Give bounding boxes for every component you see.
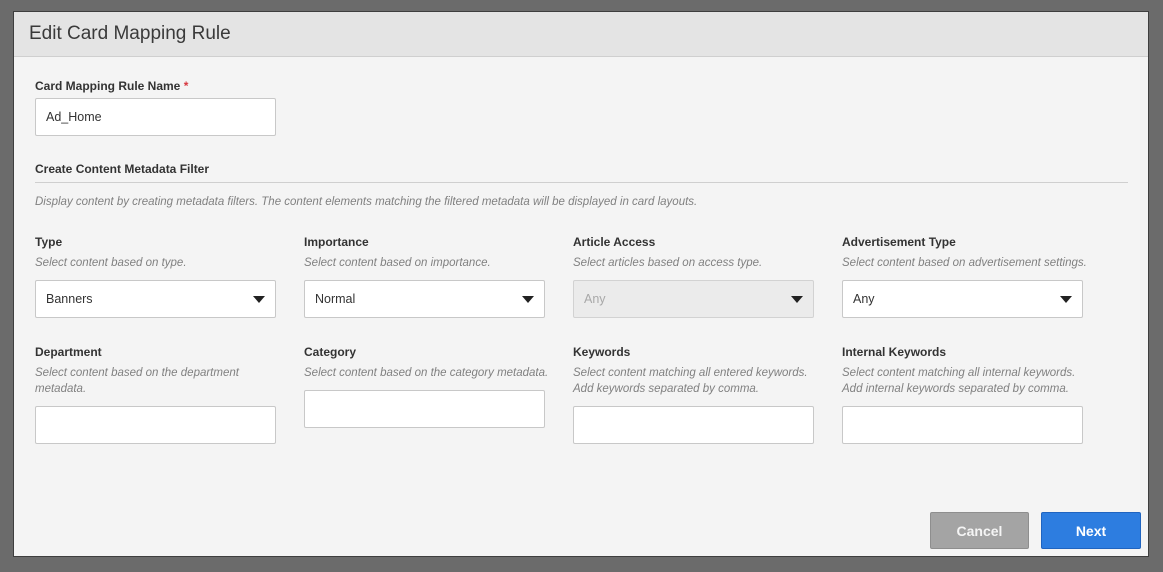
section-divider bbox=[35, 182, 1128, 183]
chevron-down-icon bbox=[1060, 295, 1072, 303]
department-input[interactable] bbox=[35, 406, 276, 444]
ad-type-hint: Select content based on advertisement se… bbox=[842, 257, 1087, 269]
keywords-hint-1: Select content matching all entered keyw… bbox=[573, 367, 808, 379]
internal-keywords-hint-1: Select content matching all internal key… bbox=[842, 367, 1076, 379]
internal-keywords-label: Internal Keywords bbox=[842, 345, 947, 359]
type-label: Type bbox=[35, 235, 63, 249]
chevron-down-icon bbox=[791, 295, 803, 303]
chevron-down-icon bbox=[253, 295, 265, 303]
category-hint: Select content based on the category met… bbox=[304, 367, 549, 379]
department-hint-1: Select content based on the department bbox=[35, 367, 239, 379]
article-access-select: Any bbox=[573, 280, 814, 318]
internal-keywords-hint-2: Add internal keywords separated by comma… bbox=[842, 383, 1069, 395]
importance-label: Importance bbox=[304, 235, 369, 249]
ad-type-select[interactable]: Any bbox=[842, 280, 1083, 318]
edit-card-mapping-dialog: Edit Card Mapping Rule Card Mapping Rule… bbox=[13, 11, 1149, 557]
category-input[interactable] bbox=[304, 390, 545, 428]
internal-keywords-input[interactable] bbox=[842, 406, 1083, 444]
article-access-hint: Select articles based on access type. bbox=[573, 257, 763, 269]
filter-description: Display content by creating metadata fil… bbox=[35, 196, 698, 208]
keywords-label: Keywords bbox=[573, 345, 631, 359]
ad-type-label: Advertisement Type bbox=[842, 235, 956, 249]
rule-name-value: Ad_Home bbox=[46, 110, 102, 124]
rule-name-label: Card Mapping Rule Name * bbox=[35, 79, 188, 93]
rule-name-label-text: Card Mapping Rule Name bbox=[35, 79, 181, 93]
category-label: Category bbox=[304, 345, 357, 359]
article-access-label: Article Access bbox=[573, 235, 656, 249]
rule-name-input[interactable]: Ad_Home bbox=[35, 98, 276, 136]
keywords-hint-2: Add keywords separated by comma. bbox=[573, 383, 760, 395]
ad-type-value: Any bbox=[853, 292, 875, 306]
chevron-down-icon bbox=[522, 295, 534, 303]
department-hint-2: metadata. bbox=[35, 383, 87, 395]
dialog-title: Edit Card Mapping Rule bbox=[29, 23, 231, 44]
type-select[interactable]: Banners bbox=[35, 280, 276, 318]
dialog-header: Edit Card Mapping Rule bbox=[14, 12, 1148, 57]
next-button[interactable]: Next bbox=[1041, 512, 1141, 549]
department-label: Department bbox=[35, 345, 102, 359]
importance-value: Normal bbox=[315, 292, 356, 306]
article-access-value: Any bbox=[584, 292, 606, 306]
keywords-input[interactable] bbox=[573, 406, 814, 444]
importance-select[interactable]: Normal bbox=[304, 280, 545, 318]
required-mark: * bbox=[183, 79, 189, 93]
type-value: Banners bbox=[46, 292, 93, 306]
cancel-button[interactable]: Cancel bbox=[930, 512, 1029, 549]
importance-hint: Select content based on importance. bbox=[304, 257, 491, 269]
type-hint: Select content based on type. bbox=[35, 257, 187, 269]
filter-section-title: Create Content Metadata Filter bbox=[35, 162, 210, 176]
